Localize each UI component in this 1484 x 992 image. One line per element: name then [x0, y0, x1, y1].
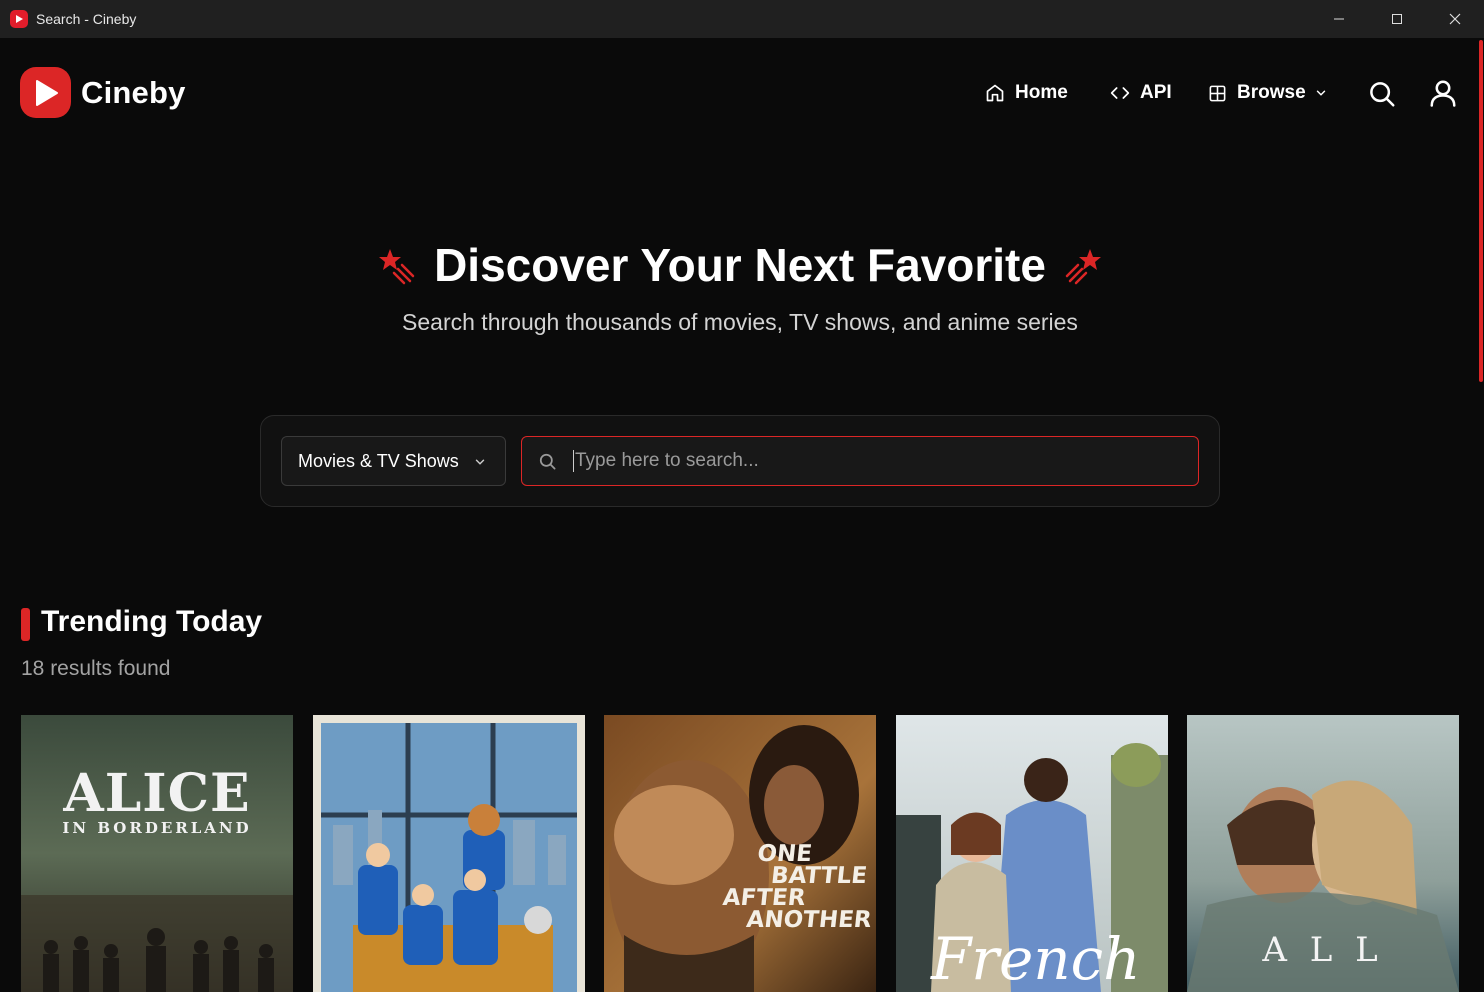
media-type-select[interactable]: Movies & TV Shows: [281, 436, 506, 486]
logo-link[interactable]: Cineby: [20, 67, 186, 118]
shooting-star-icon: [1065, 249, 1101, 285]
results-count: 18 results found: [21, 657, 171, 680]
app-icon: [10, 10, 28, 28]
nav-browse-label: Browse: [1237, 82, 1306, 103]
poster-card[interactable]: French: [896, 715, 1168, 992]
hero-subtitle: Search through thousands of movies, TV s…: [402, 309, 1078, 335]
shooting-star-icon: [379, 249, 415, 285]
window-titlebar: Search - Cineby: [0, 0, 1484, 38]
play-logo-icon: [20, 67, 71, 118]
window-title: Search - Cineby: [36, 11, 137, 27]
section-title: Trending Today: [41, 605, 263, 638]
minimize-button[interactable]: [1310, 0, 1368, 38]
poster-card[interactable]: ONE BATTLE AFTER ANOTHER: [604, 715, 876, 992]
scrollbar-thumb[interactable]: [1479, 40, 1483, 382]
nav-home-label: Home: [1015, 82, 1068, 103]
poster-card[interactable]: A L L: [1187, 715, 1459, 992]
poster-card[interactable]: ALICE IN BORDERLAND: [21, 715, 293, 992]
section-accent-bar: [21, 608, 30, 641]
grid-icon: [1209, 85, 1226, 101]
home-icon: [986, 84, 1004, 102]
hero-title: Discover Your Next Favorite: [434, 239, 1046, 291]
nav-api[interactable]: API: [1110, 78, 1172, 108]
nav-api-label: API: [1140, 82, 1172, 103]
poster-title: A L L: [1262, 930, 1384, 970]
hero-title-row: Discover Your Next Favorite: [0, 238, 1480, 292]
media-type-value: Movies & TV Shows: [298, 450, 459, 471]
chevron-down-icon: [1316, 90, 1325, 96]
account-button[interactable]: [1428, 78, 1458, 108]
code-icon: [1110, 87, 1130, 99]
search-input[interactable]: [573, 450, 1173, 472]
close-window-button[interactable]: [1426, 0, 1484, 38]
poster-card[interactable]: [313, 715, 585, 992]
search-button[interactable]: [1367, 79, 1397, 109]
search-icon: [539, 453, 556, 469]
chevron-down-icon: [475, 459, 485, 465]
search-field[interactable]: [521, 436, 1199, 486]
nav-browse[interactable]: Browse: [1208, 78, 1328, 108]
nav-home[interactable]: Home: [985, 78, 1068, 108]
poster-title: ALICE: [63, 763, 251, 824]
search-panel: Movies & TV Shows: [260, 415, 1220, 507]
poster-title: French: [931, 925, 1141, 992]
user-icon: [1430, 80, 1456, 107]
logo-text: Cineby: [81, 74, 186, 110]
poster-title: ONE BATTLE AFTER ANOTHER: [721, 841, 873, 933]
maximize-button[interactable]: [1368, 0, 1426, 38]
search-icon: [1370, 82, 1395, 107]
poster-subtitle: IN BORDERLAND: [62, 819, 252, 837]
